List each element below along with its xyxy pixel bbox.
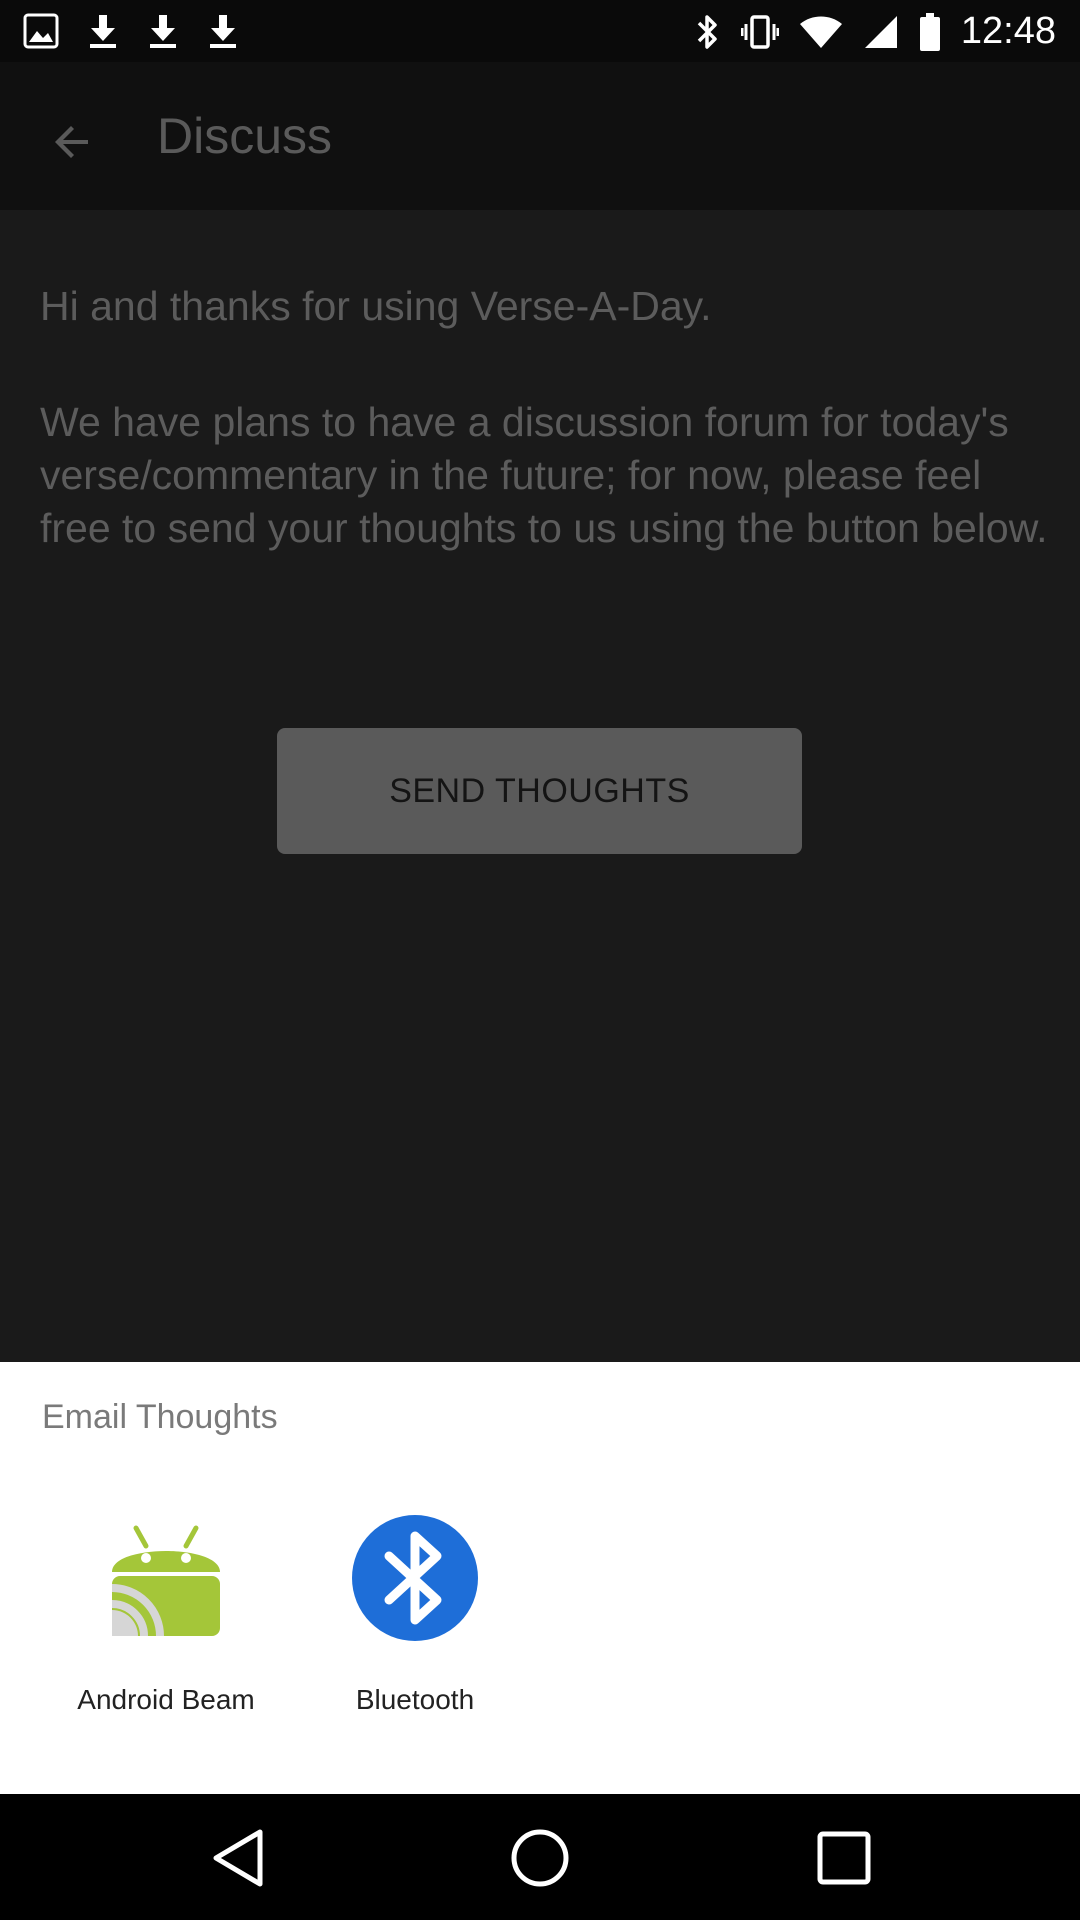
- battery-icon: [919, 12, 940, 51]
- gallery-icon: [23, 13, 59, 49]
- info-text: We have plans to have a discussion forum…: [40, 399, 1048, 551]
- nav-recents-button[interactable]: [806, 1820, 882, 1896]
- download-icon: [210, 15, 236, 48]
- arrow-back-icon: [55, 126, 88, 158]
- nav-home-button[interactable]: [502, 1820, 578, 1896]
- system-icons: 12:48: [695, 10, 1056, 53]
- screen: 12:48 Discuss Hi and thanks for using Ve…: [0, 0, 1080, 1920]
- download-icon: [90, 15, 116, 48]
- discuss-content: Hi and thanks for using Verse-A-Day. We …: [0, 210, 1080, 1362]
- wifi-icon: [799, 16, 842, 48]
- share-sheet: Email Thoughts Android Beam Bluetooth: [0, 1362, 1080, 1794]
- share-target-label: Android Beam: [77, 1684, 255, 1715]
- share-target-android-beam[interactable]: Android Beam: [56, 1514, 276, 1716]
- nav-back-button[interactable]: [200, 1820, 276, 1896]
- home-icon: [511, 1829, 569, 1887]
- recents-icon: [817, 1831, 871, 1885]
- page-title: Discuss: [157, 108, 333, 164]
- signal-icon: [864, 15, 897, 48]
- bluetooth-icon: [351, 1514, 479, 1642]
- back-icon: [213, 1829, 263, 1887]
- send-thoughts-button[interactable]: SEND THOUGHTS: [277, 728, 802, 854]
- app-bar: Discuss: [0, 62, 1080, 210]
- android-beam-icon: [102, 1514, 230, 1642]
- status-bar: 12:48: [0, 0, 1080, 62]
- navigation-bar: [0, 1794, 1080, 1920]
- share-target-label: Bluetooth: [355, 1684, 475, 1715]
- bluetooth-icon: [697, 14, 717, 49]
- vibrate-icon: [740, 14, 779, 49]
- share-target-bluetooth[interactable]: Bluetooth: [305, 1514, 525, 1716]
- notification-icons: [22, 12, 240, 50]
- greeting-text: Hi and thanks for using Verse-A-Day.: [40, 283, 712, 329]
- back-button[interactable]: [36, 106, 108, 178]
- share-sheet-title: Email Thoughts: [42, 1398, 278, 1436]
- download-icon: [150, 15, 176, 48]
- clock: 12:48: [960, 10, 1056, 52]
